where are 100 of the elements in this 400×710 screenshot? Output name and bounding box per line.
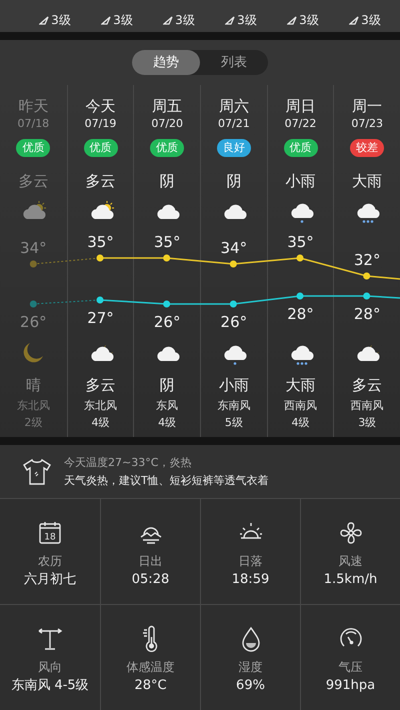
detail-value: 18:59 (232, 571, 270, 590)
fan-icon (338, 520, 364, 546)
detail-label: 体感温度 (126, 659, 174, 676)
day-name: 周日 (286, 96, 316, 117)
detail-label: 农历 (38, 553, 62, 570)
day-date: 07/18 (17, 117, 50, 131)
low-temperature: 26° (154, 312, 180, 332)
night-condition: 多云 (86, 375, 116, 396)
low-temperature-point (96, 296, 104, 304)
wind-arrow-icon (163, 16, 174, 24)
night-condition: 大雨 (286, 375, 316, 396)
wind-vane-icon (36, 626, 64, 652)
high-temperature: 35° (287, 232, 314, 252)
low-temperature: 27° (87, 308, 114, 328)
detail-label: 日出 (138, 553, 162, 570)
detail-value: 991hpa (326, 677, 376, 696)
wind-arrow-icon (225, 16, 236, 24)
day-date: 07/22 (284, 117, 316, 131)
high-temperature: 35° (87, 232, 114, 252)
night-condition: 阴 (160, 375, 175, 396)
air-quality-badge: 优质 (16, 139, 50, 157)
high-temperature: 32° (354, 250, 380, 270)
high-temperature-point (363, 272, 370, 280)
high-temperature-point (163, 254, 170, 262)
wind-level: 5级 (224, 415, 243, 431)
wind-direction: 东南风 (217, 398, 250, 414)
view-tab[interactable]: 列表 (200, 50, 268, 75)
night-condition: 晴 (26, 375, 41, 396)
detail-label: 风向 (38, 659, 62, 676)
high-temperature-point (296, 254, 304, 262)
wind-level: 4级 (292, 415, 310, 431)
wind-direction: 东北风 (16, 398, 50, 414)
wind-direction: 西南风 (284, 398, 318, 414)
wind-level: 2级 (24, 415, 42, 431)
high-temperature: 34° (20, 238, 47, 258)
t-shirt-icon (22, 458, 52, 486)
high-temperature-point (30, 260, 37, 268)
night-condition: 多云 (352, 375, 382, 396)
temperature-summary: 今天温度27~33°C，炎热 (64, 456, 192, 470)
low-temperature: 26° (20, 312, 47, 332)
detail-value: 05:28 (132, 571, 170, 590)
wind-level: 4级 (158, 415, 176, 431)
view-tab[interactable]: 趋势 (132, 50, 200, 75)
detail-value: 69% (236, 677, 265, 696)
clothing-advice: 天气炎热，建议T恤、短衫短裤等透气衣着 (64, 474, 269, 488)
low-temperature-point (230, 300, 237, 308)
detail-value: 28°C (134, 677, 167, 696)
wind-level: 3级 (237, 14, 257, 26)
high-temperature-point (230, 260, 237, 268)
wind-arrow-icon (349, 16, 360, 24)
day-condition: 阴 (226, 171, 242, 192)
detail-value: 东南风 4-5级 (11, 677, 89, 696)
high-temperature: 34° (220, 238, 248, 258)
high-temperature: 35° (154, 232, 180, 252)
night-condition: 小雨 (218, 375, 249, 396)
wind-direction: 东北风 (84, 398, 117, 414)
low-temperature-point (363, 292, 370, 300)
day-name: 周一 (352, 96, 382, 117)
wind-arrow-icon (39, 16, 50, 24)
air-quality-badge: 优质 (150, 139, 184, 157)
air-quality-badge: 较差 (350, 139, 384, 157)
wind-direction: 西南风 (350, 398, 384, 414)
day-date: 07/19 (84, 117, 116, 131)
day-date: 07/21 (218, 117, 250, 131)
low-temperature-point (296, 292, 304, 300)
day-name: 昨天 (18, 96, 48, 117)
day-name: 周六 (218, 96, 249, 117)
day-condition: 多云 (18, 171, 48, 192)
detail-label: 湿度 (238, 659, 262, 676)
day-condition: 大雨 (352, 171, 382, 192)
air-quality-badge: 优质 (84, 139, 118, 157)
wind-arrow-icon (101, 16, 112, 24)
wind-level: 4级 (92, 415, 110, 431)
low-temperature-point (163, 300, 170, 308)
wind-direction: 东风 (156, 398, 178, 414)
wind-arrow-icon (287, 16, 298, 24)
day-condition: 阴 (160, 171, 175, 192)
day-date: 07/23 (351, 117, 384, 131)
air-quality-badge: 优质 (284, 139, 318, 157)
air-quality-badge: 良好 (216, 139, 251, 157)
wind-level: 3级 (175, 14, 195, 26)
day-date: 07/20 (151, 117, 184, 131)
day-condition: 小雨 (286, 171, 316, 192)
wind-level: 3级 (361, 14, 381, 26)
detail-value: 六月初七 (24, 571, 76, 590)
day-name: 周五 (152, 96, 182, 117)
detail-label: 风速 (338, 553, 362, 570)
low-temperature: 28° (354, 304, 380, 324)
low-temperature: 26° (220, 312, 248, 332)
high-temperature-point (96, 254, 104, 262)
wind-level: 3级 (51, 14, 71, 26)
wind-level: 3级 (358, 415, 376, 431)
day-name: 今天 (86, 96, 116, 117)
detail-value: 1.5km/h (324, 571, 378, 590)
detail-label: 气压 (338, 659, 362, 676)
day-condition: 多云 (86, 171, 116, 192)
wind-level: 3级 (299, 14, 319, 26)
low-temperature: 28° (287, 304, 314, 324)
detail-label: 日落 (238, 553, 262, 570)
low-temperature-point (30, 300, 37, 308)
